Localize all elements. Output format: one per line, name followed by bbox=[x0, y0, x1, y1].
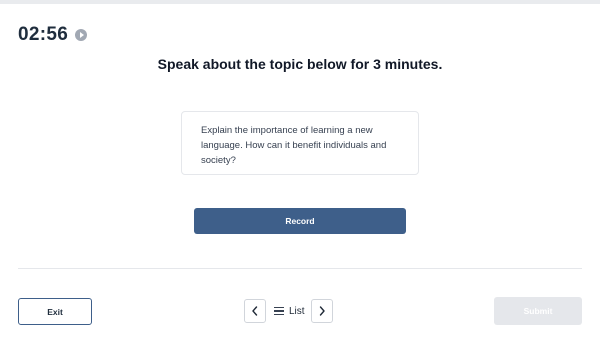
prompt-line: Explain the importance of learning a new bbox=[201, 125, 373, 136]
record-button[interactable]: Record bbox=[194, 208, 406, 234]
timer-value: 02:56 bbox=[18, 24, 69, 45]
previous-button[interactable] bbox=[244, 299, 266, 323]
submit-button[interactable]: Submit bbox=[494, 297, 582, 325]
play-circle-icon[interactable] bbox=[75, 29, 88, 41]
progress-top-bar bbox=[0, 0, 600, 4]
chevron-right-icon bbox=[319, 306, 325, 316]
exit-button[interactable]: Exit bbox=[18, 298, 92, 325]
prompt-card: Explain the importance of learning a new… bbox=[181, 111, 419, 175]
timer: 02:56 bbox=[18, 24, 88, 46]
prompt-line: language. How can it benefit individuals… bbox=[201, 140, 387, 151]
list-icon bbox=[274, 307, 284, 315]
list-toggle[interactable]: List bbox=[274, 299, 305, 323]
speaking-task-page: 02:56 Speak about the topic below for 3 … bbox=[0, 0, 600, 351]
next-button[interactable] bbox=[310, 299, 333, 323]
footer-divider bbox=[18, 268, 582, 269]
task-instruction: Speak about the topic below for 3 minute… bbox=[157, 56, 443, 72]
chevron-left-icon bbox=[252, 306, 258, 316]
prompt-line: society? bbox=[201, 155, 236, 166]
list-label: List bbox=[289, 305, 305, 317]
question-navigation: List bbox=[244, 299, 333, 323]
